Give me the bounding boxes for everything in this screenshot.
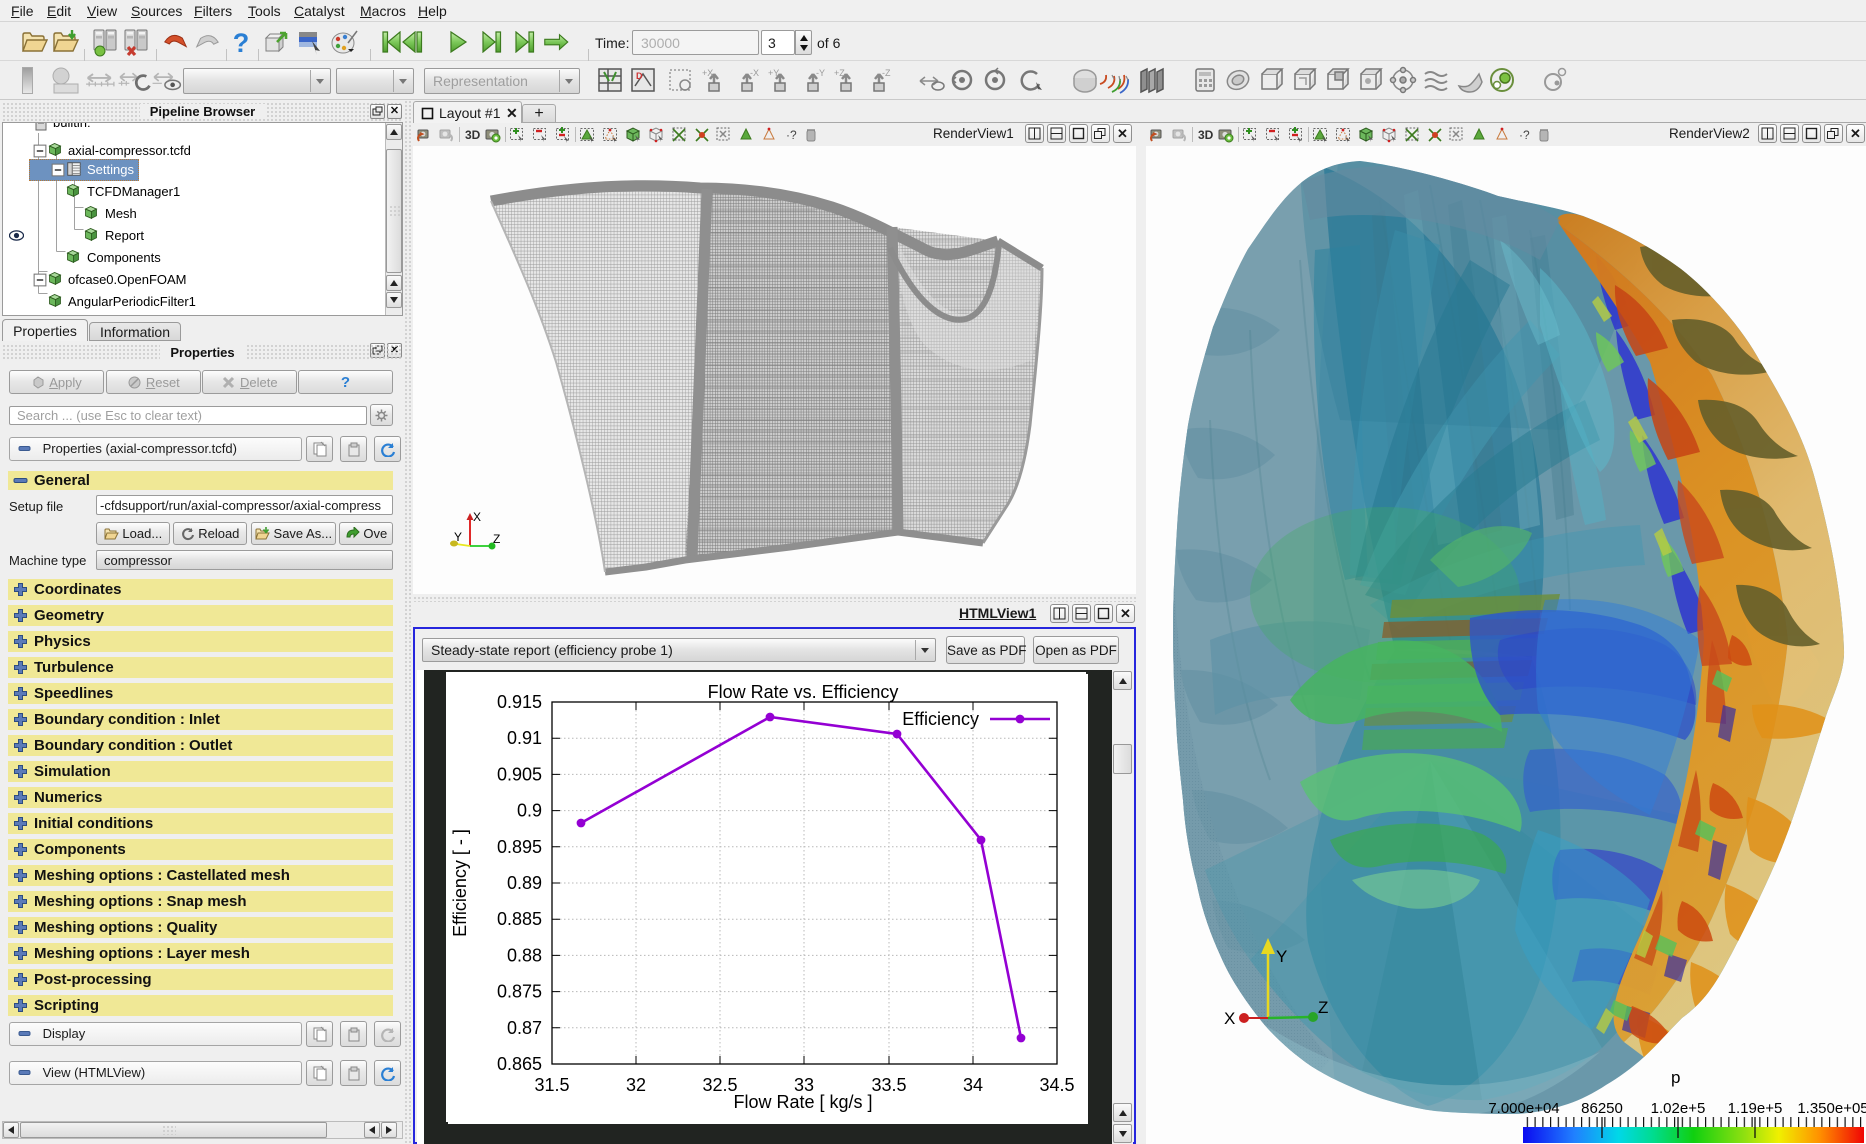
svg-text:3D: 3D: [1198, 128, 1214, 142]
svg-text:+Y: +Y: [768, 68, 779, 78]
svg-text:-X: -X: [750, 68, 759, 78]
svg-text:Y: Y: [454, 530, 462, 544]
svg-text:0.91: 0.91: [507, 728, 542, 748]
svg-text:+X: +X: [702, 68, 713, 78]
svg-text:32: 32: [626, 1075, 646, 1095]
svg-text:86250: 86250: [1581, 1100, 1623, 1117]
svg-text:31.5: 31.5: [534, 1075, 569, 1095]
svg-text:Z: Z: [1318, 998, 1328, 1017]
svg-text:7.000e+04: 7.000e+04: [1488, 1100, 1559, 1117]
svg-text:Efficiency [ - ]: Efficiency [ - ]: [450, 829, 470, 937]
svg-text:·?: ·?: [1519, 128, 1530, 142]
svg-text:33.5: 33.5: [871, 1075, 906, 1095]
svg-text:0.87: 0.87: [507, 1018, 542, 1038]
svg-text:X: X: [473, 510, 481, 524]
svg-text:0.905: 0.905: [497, 764, 542, 784]
svg-text:0.915: 0.915: [497, 692, 542, 712]
svg-text:3D: 3D: [465, 128, 481, 142]
svg-text:0.88: 0.88: [507, 945, 542, 965]
svg-text:0.865: 0.865: [497, 1054, 542, 1074]
svg-text:Efficiency: Efficiency: [902, 709, 979, 729]
svg-text:-Z: -Z: [882, 68, 891, 78]
svg-text:·?: ·?: [786, 128, 797, 142]
svg-text:0.875: 0.875: [497, 982, 542, 1002]
svg-text:32.5: 32.5: [702, 1075, 737, 1095]
svg-text:34: 34: [963, 1075, 983, 1095]
svg-text:0.9: 0.9: [517, 801, 542, 821]
svg-text:Flow Rate vs. Efficiency: Flow Rate vs. Efficiency: [708, 682, 899, 702]
svg-text:Z: Z: [493, 532, 500, 546]
svg-text:0.885: 0.885: [497, 909, 542, 929]
svg-text:D: D: [636, 71, 643, 81]
svg-text:1.19e+5: 1.19e+5: [1728, 1100, 1783, 1117]
svg-text:p: p: [1671, 1068, 1680, 1087]
svg-text:33: 33: [794, 1075, 814, 1095]
svg-text:+Z: +Z: [834, 68, 845, 78]
svg-text:Y: Y: [1276, 947, 1287, 966]
svg-text:-Y: -Y: [816, 68, 825, 78]
svg-text:0.895: 0.895: [497, 837, 542, 857]
svg-text:1.350e+05: 1.350e+05: [1797, 1100, 1866, 1117]
svg-text:34.5: 34.5: [1039, 1075, 1074, 1095]
svg-text:0.89: 0.89: [507, 873, 542, 893]
svg-text:1.02e+5: 1.02e+5: [1651, 1100, 1706, 1117]
svg-text:Flow Rate [ kg/s ]: Flow Rate [ kg/s ]: [733, 1092, 872, 1112]
svg-text:X: X: [1224, 1009, 1235, 1028]
